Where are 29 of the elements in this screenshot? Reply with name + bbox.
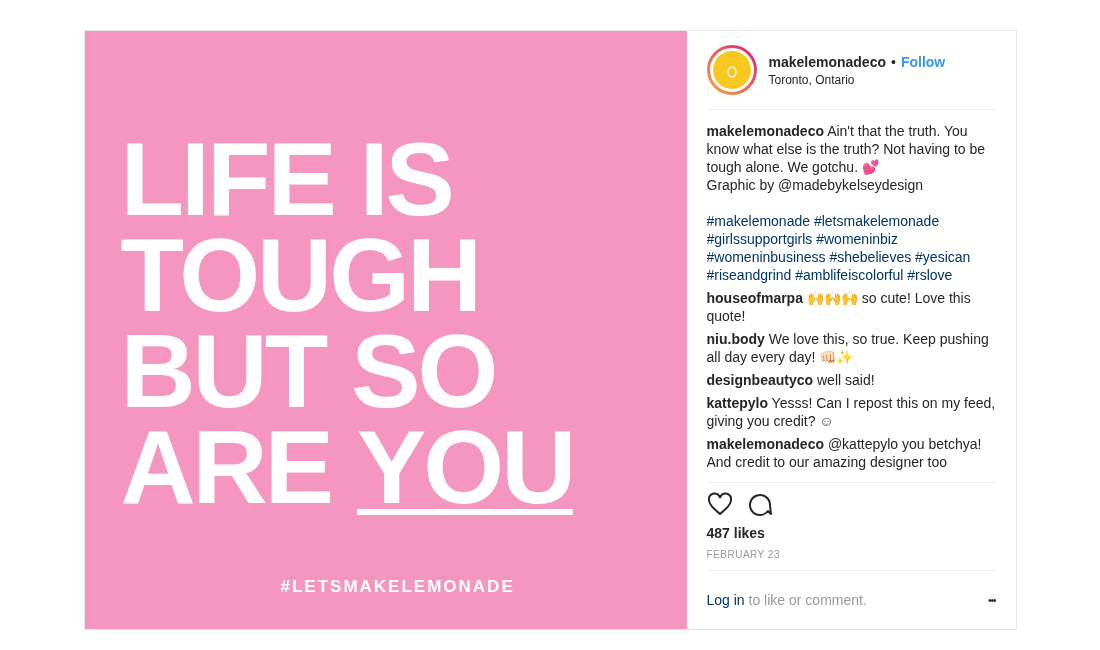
hashtags-text: #makelemonade #letsmakelemonade #girlssupportgirls #womeninbiz #womeninbusiness #shebelieves #yesican #riseandgrind #amblifeiscolorful #rslove	[706, 212, 972, 284]
quote-line: ARE YOU	[120, 419, 574, 515]
quote-line: TOUGH	[120, 227, 480, 323]
more-button[interactable]: •••	[988, 594, 996, 606]
heart-icon[interactable]	[706, 491, 733, 517]
quote-line: BUT SO	[120, 323, 496, 419]
username-link[interactable]: makelemonadeco	[768, 53, 886, 70]
hashtag-text: #LETSMAKELEMONADE	[280, 577, 515, 597]
login-link[interactable]: Log in	[706, 592, 745, 608]
login-prompt: Log in to like or comment.	[706, 592, 867, 608]
comment-text: makelemonadeco @kattepylo you betchya! And credit to our amazing designer too	[706, 435, 983, 471]
username-link[interactable]: makelemonadeco	[706, 436, 824, 452]
comment-icon[interactable]	[746, 491, 773, 517]
comment-text: designbeautyco well said!	[706, 371, 876, 389]
username-link[interactable]: houseofmarpa	[706, 290, 803, 306]
separator-dot: •	[891, 53, 896, 70]
location-text: Toronto, Ontario	[768, 72, 856, 87]
avatar-icon[interactable]	[706, 45, 757, 95]
username-link[interactable]: makelemonadeco	[706, 123, 824, 139]
username-link[interactable]: kattepylo	[706, 395, 768, 411]
caption-text: makelemonadeco Ain't that the truth. You know what else is the truth? Not having to be tough alone. We gotchu. 💕 Graphic by @madebykelseydesign	[706, 122, 987, 194]
comment-text: niu.body We love this, so true. Keep pushing all day every day! 👊🏻✨	[706, 330, 990, 366]
post-date: FEBRUARY 23	[706, 545, 996, 571]
comment-text: houseofmarpa 🙌🙌🙌 so cute! Love this quote!	[706, 289, 972, 325]
username-link[interactable]: designbeautyco	[706, 372, 814, 388]
comment-text: kattepylo Yesss! Can I repost this on my feed, giving you credit? ☺	[706, 394, 996, 430]
username-link[interactable]: niu.body	[706, 331, 765, 347]
likes-count: 487 likes	[706, 524, 765, 543]
quote-line: LIFE IS	[120, 131, 452, 227]
